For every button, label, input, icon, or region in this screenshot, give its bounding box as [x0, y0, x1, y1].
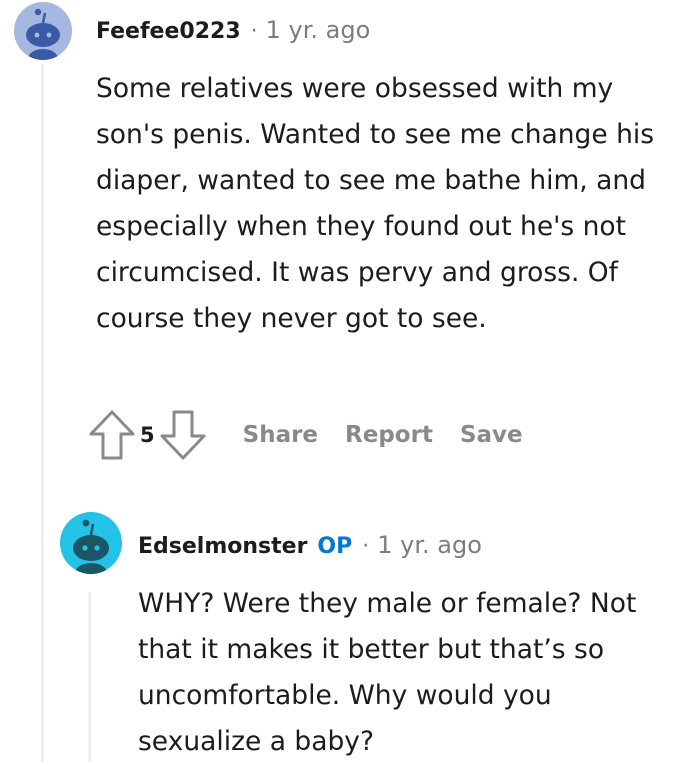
thread-line-reply[interactable] [88, 592, 91, 762]
comment-body: Some relatives were obsessed with my son… [96, 73, 655, 334]
vote-score: 5 [140, 423, 155, 447]
separator-dot: · [362, 534, 370, 559]
thread-line-root[interactable] [41, 64, 44, 762]
username[interactable]: Feefee0223 [96, 19, 241, 44]
timestamp[interactable]: 1 yr. ago [377, 531, 482, 559]
comment-body: WHY? Were they male or female? Not that … [138, 588, 637, 757]
user-avatar[interactable] [60, 512, 122, 574]
upvote-arrow-icon[interactable] [88, 409, 136, 461]
report-button[interactable]: Report [345, 422, 433, 448]
save-button[interactable]: Save [460, 422, 523, 448]
share-button[interactable]: Share [243, 422, 318, 448]
separator-dot: · [250, 19, 258, 44]
comment-actions: 5 Share Report Save [88, 409, 550, 461]
snoo-avatar-icon [73, 519, 109, 574]
username[interactable]: Edselmonster [138, 534, 307, 559]
snoo-avatar-icon [26, 8, 60, 60]
downvote-arrow-icon[interactable] [159, 409, 207, 461]
timestamp[interactable]: 1 yr. ago [266, 16, 371, 44]
op-badge: OP [317, 534, 353, 559]
comment-meta: Edselmonster OP · 1 yr. ago [138, 531, 482, 559]
user-avatar[interactable] [14, 2, 72, 60]
comment-meta: Feefee0223 · 1 yr. ago [96, 16, 370, 44]
